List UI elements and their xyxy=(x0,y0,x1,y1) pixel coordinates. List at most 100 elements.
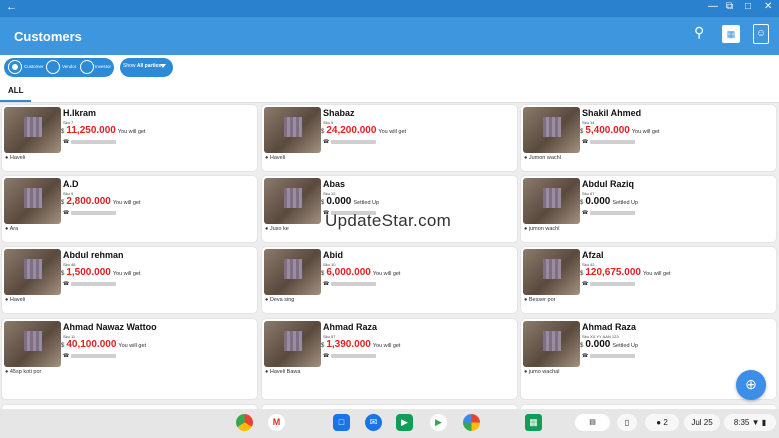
customer-card[interactable]: Shabaz Sku 5 $24,200.000 You will get ☎ ● Hav… xyxy=(262,105,517,171)
search-icon[interactable]: ⚲ xyxy=(694,24,704,41)
app-bar: Customers ⚲ ▦ ☺ xyxy=(0,17,779,55)
meet-icon[interactable]: ▶ xyxy=(396,414,413,431)
currency-symbol: $ xyxy=(321,343,325,349)
maximize-icon[interactable]: □ xyxy=(745,1,751,12)
location-row: ● Haveli xyxy=(5,297,25,303)
location-pin-icon: ● xyxy=(524,155,528,161)
files-icon[interactable]: □ xyxy=(333,414,350,431)
phone-row: ☎ xyxy=(63,281,117,287)
balance: $120,675.000 You will get xyxy=(580,267,671,278)
show-value: All parties xyxy=(136,63,162,69)
minimize-icon[interactable]: — xyxy=(708,1,718,12)
radio-customer[interactable] xyxy=(8,60,22,74)
clock: 8:35 xyxy=(733,418,750,427)
balance-amount: 2,800.000 xyxy=(66,196,111,207)
avatar xyxy=(4,249,61,295)
contacts-icon[interactable]: ☺ xyxy=(753,24,769,44)
phone-row: ☎ xyxy=(582,353,636,359)
chrome-icon[interactable] xyxy=(236,414,253,431)
phone-row: ☎ xyxy=(582,281,636,287)
location-pin-icon: ● xyxy=(265,369,269,375)
location-row: ● jumon wachl xyxy=(524,226,559,232)
customer-location: jumon wachl xyxy=(528,226,560,232)
customer-card[interactable]: Ahmad Raza Sku 57 $1,390.000 You will get ☎ ●… xyxy=(262,319,517,399)
radio-vendor-label: Vendor xyxy=(62,64,77,69)
customer-card[interactable]: Abdul rehman Sku 48 $1,500.000 You will get… xyxy=(2,247,257,313)
currency-symbol: $ xyxy=(61,129,65,135)
arrow-left-icon[interactable]: ← xyxy=(6,1,17,13)
customer-card[interactable]: Shakil Ahmed Sku 14 $5,400.000 You will get… xyxy=(521,105,776,171)
avatar xyxy=(4,178,61,224)
balance-status: You will get xyxy=(118,343,147,349)
balance-amount: 40,100.000 xyxy=(66,339,117,350)
phone-number-redacted xyxy=(590,210,636,215)
status-area[interactable]: 8:35 ▼ ▮ xyxy=(724,414,776,431)
balance-status: You will get xyxy=(112,200,141,206)
location-pin-icon: ● xyxy=(5,297,9,303)
balance: $24,200.000 You will get xyxy=(321,125,406,136)
balance-status: You will get xyxy=(642,271,671,277)
currency-symbol: $ xyxy=(321,271,325,277)
phone-row: ☎ xyxy=(63,139,117,145)
sheets-icon[interactable]: ▦ xyxy=(525,414,542,431)
restore-icon[interactable]: ⧉ xyxy=(726,1,733,12)
balance: $0.000 Settled Up xyxy=(580,196,638,207)
customer-name: Abid xyxy=(323,250,343,260)
show-parties-dropdown[interactable]: Show All parties xyxy=(120,58,173,77)
messages-icon[interactable]: ✉ xyxy=(365,414,382,431)
location-pin-icon: ● xyxy=(5,369,9,375)
gmail-icon[interactable]: M xyxy=(268,414,285,431)
add-customer-button[interactable]: ⊕ xyxy=(736,370,766,400)
customer-card[interactable]: Ahmad Nawaz Wattoo Sku 11 $40,100.000 You w… xyxy=(2,319,257,399)
balance: $2,800.000 You will get xyxy=(61,196,140,207)
customer-name: H.Ikram xyxy=(63,108,97,118)
phone-row: ☎ xyxy=(582,139,636,145)
customer-name: Ahmad Raza xyxy=(323,322,378,332)
customer-card[interactable]: H.Ikram Sku 7 $11,250.000 You will get ☎ ● Ha… xyxy=(2,105,257,171)
currency-symbol: $ xyxy=(321,200,325,206)
balance-amount: 1,500.000 xyxy=(66,267,111,278)
currency-symbol: $ xyxy=(61,271,65,277)
customer-card[interactable]: A.D Sku 9 $2,800.000 You will get ☎ ● Ara xyxy=(2,176,257,242)
balance-amount: 120,675.000 xyxy=(585,267,641,278)
notification-tray[interactable]: ● 2 xyxy=(645,414,679,431)
radio-investor[interactable] xyxy=(80,60,94,74)
location-pin-icon: ● xyxy=(265,155,269,161)
page-title: Customers xyxy=(14,29,82,44)
phone-row: ☎ xyxy=(323,353,377,359)
phone-row: ☎ xyxy=(582,210,636,216)
photos-icon[interactable] xyxy=(463,414,480,431)
balance: $1,500.000 You will get xyxy=(61,267,140,278)
customer-card[interactable]: Abdul Raziq Sku 67 $0.000 Settled Up ☎ ● jumo… xyxy=(521,176,776,242)
customer-location: Deva sing xyxy=(269,297,295,303)
report-icon[interactable]: ▦ xyxy=(722,25,740,43)
avatar xyxy=(523,107,580,153)
location-row: ● Ara xyxy=(5,226,18,232)
customer-card[interactable]: Abid Sku 10 $6,000.000 You will get ☎ ● Deva … xyxy=(262,247,517,313)
phone-number-redacted xyxy=(590,139,636,144)
currency-symbol: $ xyxy=(580,129,584,135)
location-row: ● jumo wachal xyxy=(524,369,559,375)
balance: $0.000 Settled Up xyxy=(580,339,638,350)
customer-card[interactable]: Afzal Sku 42 $120,675.000 You will get ☎ ● Be… xyxy=(521,247,776,313)
customer-location: Jumon wachl xyxy=(528,155,561,161)
phone-hub-icon[interactable]: ▯ xyxy=(617,414,637,431)
phone-number-redacted xyxy=(71,353,117,358)
balance-status: You will get xyxy=(372,271,401,277)
phone-number-redacted xyxy=(590,281,636,286)
play-store-icon[interactable]: ▶ xyxy=(430,414,447,431)
location-row: ● Haveli xyxy=(5,155,25,161)
tab-all[interactable]: ALL xyxy=(8,86,24,95)
customer-name: Abdul Raziq xyxy=(582,179,634,189)
date-display[interactable]: Jul 25 xyxy=(684,414,720,431)
battery-icon: ▮ xyxy=(761,418,767,427)
customer-card[interactable]: Abas Sku 12 $0.000 Settled Up ☎ ● Juso ke xyxy=(262,176,517,242)
location-row: ● Haveli Bawa xyxy=(265,369,300,375)
currency-symbol: $ xyxy=(580,200,584,206)
close-icon[interactable]: ✕ xyxy=(764,1,772,12)
customer-location: Haveli Bawa xyxy=(269,369,301,375)
screenshot-preview[interactable]: ▤ xyxy=(575,414,610,431)
radio-vendor[interactable] xyxy=(46,60,60,74)
customer-location: Haveli xyxy=(269,155,286,161)
chevron-down-icon xyxy=(160,64,166,68)
